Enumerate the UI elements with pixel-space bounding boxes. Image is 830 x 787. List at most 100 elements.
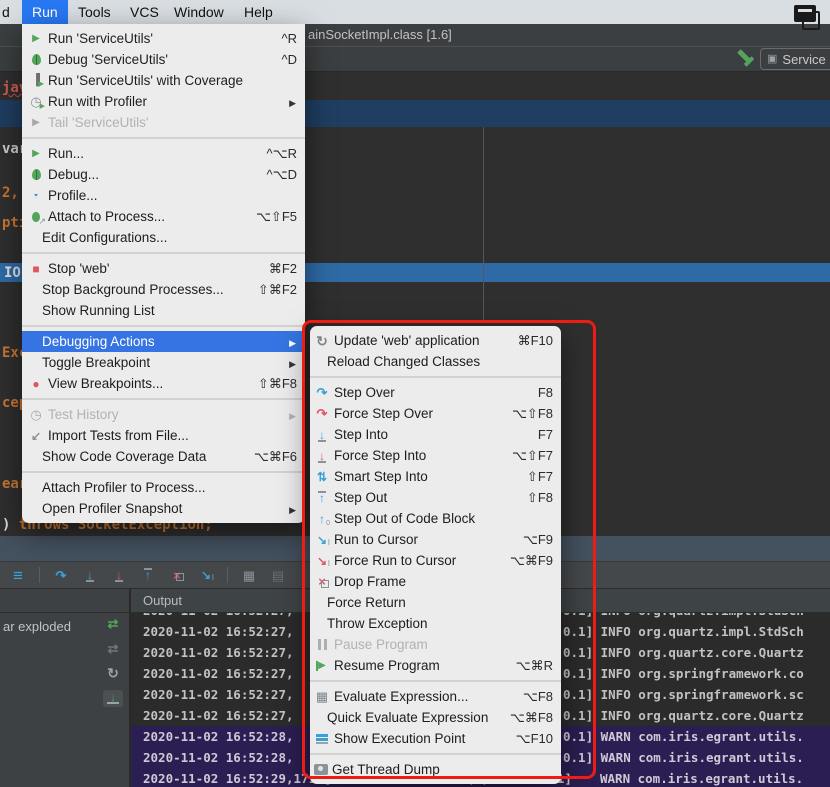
stop-icon	[28, 261, 44, 277]
menu-item-open-profiler-snapshot[interactable]: Open Profiler Snapshot	[22, 498, 305, 519]
swap-icon[interactable]	[105, 640, 121, 656]
step-out-icon	[314, 490, 330, 506]
menu-separator	[22, 471, 305, 473]
menu-item-quick-evaluate-expression[interactable]: Quick Evaluate Expression⌥⌘F8	[310, 707, 561, 728]
step-out-code-block-icon	[314, 511, 330, 527]
update-icon	[314, 333, 330, 349]
menu-separator	[22, 252, 305, 254]
menu-item-attach-to-process[interactable]: Attach to Process...⌥⇧F5	[22, 206, 305, 227]
menu-item-debug-serviceutils[interactable]: Debug 'ServiceUtils'^D	[22, 49, 305, 70]
force-run-to-cursor-icon	[314, 553, 330, 569]
menu-separator	[22, 137, 305, 139]
resume-icon	[314, 658, 330, 674]
menu-item-pause-program: Pause Program	[310, 634, 561, 655]
tool-window-icon: ▣	[767, 54, 777, 65]
menu-item-reload-changed-classes[interactable]: Reload Changed Classes	[310, 351, 561, 372]
debug-icon	[28, 167, 44, 183]
menu-item-attach-profiler[interactable]: Attach Profiler to Process...	[22, 477, 305, 498]
menu-item-show-running-list[interactable]: Show Running List	[22, 300, 305, 321]
menubar-item-tools[interactable]: Tools	[68, 0, 121, 24]
import-icon	[28, 428, 44, 444]
run-to-cursor-icon[interactable]	[198, 567, 214, 583]
display-icon	[802, 11, 820, 30]
menu-item-step-over[interactable]: Step OverF8	[310, 382, 561, 403]
menu-item-toggle-breakpoint[interactable]: Toggle Breakpoint	[22, 352, 305, 373]
menu-item-step-out-of-code-block[interactable]: Step Out of Code Block	[310, 508, 561, 529]
debugging-actions-submenu: Update 'web' application⌘F10 Reload Chan…	[310, 326, 561, 784]
menu-item-run-to-cursor[interactable]: Run to Cursor⌥F9	[310, 529, 561, 550]
menu-item-update-web-application[interactable]: Update 'web' application⌘F10	[310, 330, 561, 351]
menu-item-view-breakpoints[interactable]: View Breakpoints...⇧⌘F8	[22, 373, 305, 394]
attach-process-icon	[28, 209, 44, 225]
menu-item-run-with-profiler[interactable]: Run with Profiler	[22, 91, 305, 112]
menu-item-drop-frame[interactable]: Drop Frame	[310, 571, 561, 592]
coverage-icon	[28, 73, 44, 89]
run-configuration-label: Service	[782, 52, 825, 67]
menubar-item-run[interactable]: Run	[22, 0, 68, 24]
menu-item-resume-program[interactable]: Resume Program⌥⌘R	[310, 655, 561, 676]
menu-separator	[310, 753, 561, 755]
drop-frame-icon	[314, 574, 330, 590]
menubar-item-build[interactable]: d	[0, 0, 20, 24]
menu-item-step-into[interactable]: Step IntoF7	[310, 424, 561, 445]
services-panel-header	[0, 589, 129, 613]
camera-icon	[314, 764, 328, 775]
menu-item-show-execution-point[interactable]: Show Execution Point⌥F10	[310, 728, 561, 749]
deploy-icon[interactable]	[103, 690, 123, 707]
menu-item-step-out[interactable]: Step Out⇧F8	[310, 487, 561, 508]
force-step-into-icon[interactable]	[111, 567, 127, 583]
menubar-item-window[interactable]: Window	[164, 0, 234, 24]
menubar-item-help[interactable]: Help	[234, 0, 283, 24]
display-icon[interactable]	[794, 5, 816, 22]
step-into-icon[interactable]	[82, 567, 98, 583]
menu-item-debug-ellipsis[interactable]: Debug...^⌥D	[22, 164, 305, 185]
pause-icon	[314, 637, 330, 653]
menu-item-debugging-actions[interactable]: Debugging Actions	[22, 331, 305, 352]
menu-item-run-serviceutils[interactable]: Run 'ServiceUtils'^R	[22, 28, 305, 49]
code-fragment-io: IO	[4, 265, 21, 281]
run-to-cursor-icon	[314, 532, 330, 548]
step-over-icon[interactable]	[53, 567, 69, 583]
menu-item-force-run-to-cursor[interactable]: Force Run to Cursor⌥⌘F9	[310, 550, 561, 571]
menu-item-throw-exception[interactable]: Throw Exception	[310, 613, 561, 634]
menubar-item-vcs[interactable]: VCS	[120, 0, 169, 24]
run-icon	[28, 146, 44, 162]
refresh-icon[interactable]	[105, 665, 121, 681]
play-disabled-icon	[28, 115, 44, 131]
submenu-arrow-icon	[289, 94, 296, 109]
toolbar-separator	[227, 567, 228, 583]
step-over-icon	[314, 385, 330, 401]
menu-item-force-step-into[interactable]: Force Step Into⌥⇧F7	[310, 445, 561, 466]
menu-item-test-history: Test History	[22, 404, 305, 425]
menu-item-stop-background-processes[interactable]: Stop Background Processes...⇧⌘F2	[22, 279, 305, 300]
run-configuration-selector[interactable]: ▣ Service	[760, 48, 830, 70]
ide-screen: ainSocketImpl.class [1.6] ▣ Service java…	[0, 0, 830, 787]
evaluate-expression-icon[interactable]	[241, 567, 257, 583]
force-step-over-icon	[314, 406, 330, 422]
menu-separator	[22, 325, 305, 327]
menu-item-force-return[interactable]: Force Return	[310, 592, 561, 613]
menu-item-import-tests[interactable]: Import Tests from File...	[22, 425, 305, 446]
menu-separator	[310, 376, 561, 378]
drop-frame-icon[interactable]	[169, 567, 185, 583]
debugger-menu-icon[interactable]	[10, 567, 26, 583]
clock-icon	[28, 407, 44, 423]
menu-item-force-step-over[interactable]: Force Step Over⌥⇧F8	[310, 403, 561, 424]
menu-item-run-with-coverage[interactable]: Run 'ServiceUtils' with Coverage	[22, 70, 305, 91]
build-hammer-icon[interactable]	[737, 50, 754, 67]
open-file-tab[interactable]: ainSocketImpl.class [1.6]	[308, 27, 452, 42]
layout-settings-icon[interactable]	[270, 567, 286, 583]
menu-item-show-code-coverage[interactable]: Show Code Coverage Data⌥⌘F6	[22, 446, 305, 467]
profiler-icon	[28, 94, 44, 110]
menu-item-evaluate-expression[interactable]: Evaluate Expression...⌥F8	[310, 686, 561, 707]
menu-item-get-thread-dump[interactable]: Get Thread Dump	[310, 759, 561, 780]
step-out-icon[interactable]	[140, 567, 156, 583]
menu-item-smart-step-into[interactable]: Smart Step Into⇧F7	[310, 466, 561, 487]
submenu-arrow-icon	[289, 334, 296, 349]
artifact-tree-node[interactable]: ar exploded	[3, 619, 71, 634]
menu-item-run-ellipsis[interactable]: Run...^⌥R	[22, 143, 305, 164]
menu-item-profile[interactable]: Profile...	[22, 185, 305, 206]
menu-item-edit-configurations[interactable]: Edit Configurations...	[22, 227, 305, 248]
rerun-icon[interactable]	[105, 615, 121, 631]
menu-item-stop-web[interactable]: Stop 'web'⌘F2	[22, 258, 305, 279]
